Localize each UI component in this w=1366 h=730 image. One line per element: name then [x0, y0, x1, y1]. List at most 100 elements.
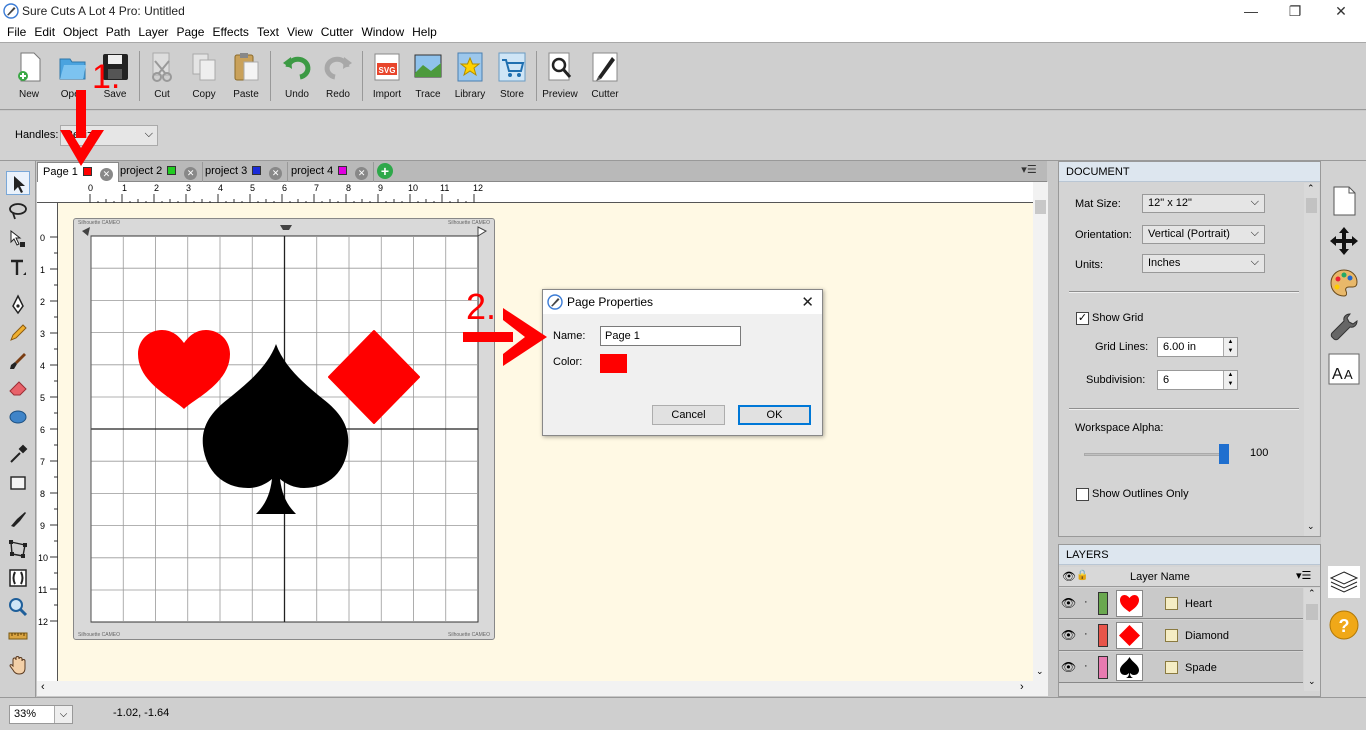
eraser-tool[interactable] — [6, 376, 30, 400]
chevron-down-icon[interactable]: ⌄ — [1036, 666, 1044, 677]
brush-tool[interactable] — [6, 349, 30, 373]
scroll-thumb[interactable] — [1306, 604, 1318, 620]
measure-tool[interactable] — [6, 624, 30, 648]
alpha-slider-thumb[interactable] — [1219, 444, 1229, 464]
subdivision-input[interactable]: 6 ▲ ▼ — [1157, 370, 1238, 390]
menu-window[interactable]: Window — [357, 22, 408, 42]
canvas-horizontal-scrollbar[interactable]: ‹ › — [37, 681, 1048, 696]
warp-tool[interactable] — [6, 566, 30, 590]
show-grid-checkbox[interactable]: ✓ — [1076, 312, 1089, 325]
node-select-tool[interactable] — [6, 227, 30, 251]
menu-object[interactable]: Object — [59, 22, 102, 42]
layer-color-swatch[interactable] — [1098, 592, 1108, 615]
tab-project-2[interactable]: project 2 ✕ — [115, 162, 204, 182]
spin-down-icon[interactable]: ▼ — [1223, 380, 1237, 389]
paste-button[interactable]: Paste — [224, 51, 268, 107]
spin-up-icon[interactable]: ▲ — [1223, 371, 1237, 380]
add-tab-icon[interactable]: + — [377, 163, 393, 179]
menu-path[interactable]: Path — [102, 22, 135, 42]
chevron-left-icon[interactable]: ‹ — [41, 681, 45, 693]
layer-color-swatch[interactable] — [1098, 656, 1108, 679]
units-select[interactable]: Inches ⌵ — [1142, 254, 1265, 273]
settings-panel-button[interactable] — [1328, 311, 1360, 343]
menu-view[interactable]: View — [283, 22, 317, 42]
shape-tool[interactable] — [6, 405, 30, 429]
menu-file[interactable]: File — [0, 22, 30, 42]
chevron-down-icon[interactable]: ⌄ — [1307, 521, 1315, 532]
chevron-up-icon[interactable]: ⌃ — [1307, 183, 1315, 194]
eye-icon[interactable]: 👁 — [1061, 596, 1079, 610]
close-tab-icon[interactable]: ✕ — [269, 167, 283, 180]
store-button[interactable]: Store — [490, 51, 534, 107]
menu-cutter[interactable]: Cutter — [317, 22, 358, 42]
preview-button[interactable]: Preview — [538, 51, 582, 107]
lasso-tool[interactable] — [6, 199, 30, 223]
layer-row-spade[interactable]: 👁 · Spade — [1059, 652, 1303, 683]
library-button[interactable]: Library — [448, 51, 492, 107]
zoom-dropdown[interactable]: 33% ⌵ — [9, 705, 73, 724]
close-tab-icon[interactable]: ✕ — [355, 167, 369, 180]
transform-tool[interactable] — [6, 537, 30, 561]
transform-panel-button[interactable] — [1328, 225, 1360, 257]
import-button[interactable]: SVG Import — [365, 51, 409, 107]
menu-effects[interactable]: Effects — [208, 22, 252, 42]
menu-layer[interactable]: Layer — [134, 22, 172, 42]
layer-color-swatch[interactable] — [1098, 624, 1108, 647]
menu-edit[interactable]: Edit — [30, 22, 59, 42]
tab-project-4[interactable]: project 4 ✕ — [286, 162, 375, 182]
menu-page[interactable]: Page — [172, 22, 208, 42]
copy-button[interactable]: Copy — [182, 51, 226, 107]
minimize-button[interactable]: — — [1228, 0, 1274, 22]
restore-button[interactable]: ❐ — [1272, 0, 1318, 22]
menu-text[interactable]: Text — [253, 22, 283, 42]
lock-toggle[interactable]: · — [1084, 596, 1088, 608]
chevron-up-icon[interactable]: ⌃ — [1308, 588, 1316, 599]
close-tab-icon[interactable]: ✕ — [184, 167, 198, 180]
layers-panel-button[interactable] — [1328, 566, 1360, 598]
zoom-tool[interactable] — [6, 595, 30, 619]
chevron-right-icon[interactable]: › — [1020, 681, 1024, 693]
eye-icon[interactable]: 👁 — [1061, 660, 1079, 674]
cancel-button[interactable]: Cancel — [652, 405, 725, 425]
gradient-tool[interactable] — [6, 471, 30, 495]
chevron-down-icon[interactable]: ⌄ — [1308, 676, 1316, 687]
scroll-thumb[interactable] — [1306, 198, 1317, 213]
new-button[interactable]: New — [7, 51, 51, 107]
lock-toggle[interactable]: · — [1084, 628, 1088, 640]
document-panel-scrollbar[interactable]: ⌃ ⌄ — [1304, 183, 1319, 536]
pan-tool[interactable] — [6, 653, 30, 677]
document-panel-button[interactable] — [1328, 185, 1360, 217]
alpha-slider-track[interactable] — [1084, 453, 1224, 456]
page-name-input[interactable] — [600, 326, 741, 346]
cut-button[interactable]: Cut — [140, 51, 184, 107]
menu-help[interactable]: Help — [408, 22, 441, 42]
lock-toggle[interactable]: · — [1084, 660, 1088, 672]
grid-lines-input[interactable]: 6.00 in ▲ ▼ — [1157, 337, 1238, 357]
pencil-tool[interactable] — [6, 321, 30, 345]
help-button[interactable]: ? — [1328, 609, 1360, 641]
layer-row-heart[interactable]: 👁 · Heart — [1059, 588, 1303, 619]
layers-scrollbar[interactable]: ⌃ ⌄ — [1304, 588, 1320, 691]
layers-menu-icon[interactable]: ▾☰ — [1296, 569, 1311, 582]
knife-tool[interactable] — [6, 507, 30, 531]
canvas-workspace[interactable]: Silhouette CAMEO Silhouette CAMEO Silhou… — [58, 203, 1033, 681]
orientation-select[interactable]: Vertical (Portrait) ⌵ — [1142, 225, 1265, 244]
text-tool[interactable] — [6, 256, 30, 280]
redo-button[interactable]: Redo — [316, 51, 360, 107]
eye-icon[interactable]: 👁 — [1061, 628, 1079, 642]
spin-up-icon[interactable]: ▲ — [1223, 338, 1237, 347]
text-panel-button[interactable]: AA — [1328, 353, 1360, 385]
eyedropper-tool[interactable] — [6, 442, 30, 466]
color-panel-button[interactable] — [1328, 267, 1360, 299]
trace-button[interactable]: Trace — [406, 51, 450, 107]
spin-down-icon[interactable]: ▼ — [1223, 347, 1237, 356]
mat-size-select[interactable]: 12" x 12" ⌵ — [1142, 194, 1265, 213]
undo-button[interactable]: Undo — [275, 51, 319, 107]
tab-project-3[interactable]: project 3 ✕ — [200, 162, 289, 182]
page-color-swatch[interactable] — [600, 354, 627, 373]
ok-button[interactable]: OK — [738, 405, 811, 425]
show-outlines-checkbox[interactable] — [1076, 488, 1089, 501]
close-button[interactable]: ✕ — [1318, 0, 1364, 22]
select-tool[interactable] — [6, 171, 30, 195]
cutter-button[interactable]: Cutter — [583, 51, 627, 107]
